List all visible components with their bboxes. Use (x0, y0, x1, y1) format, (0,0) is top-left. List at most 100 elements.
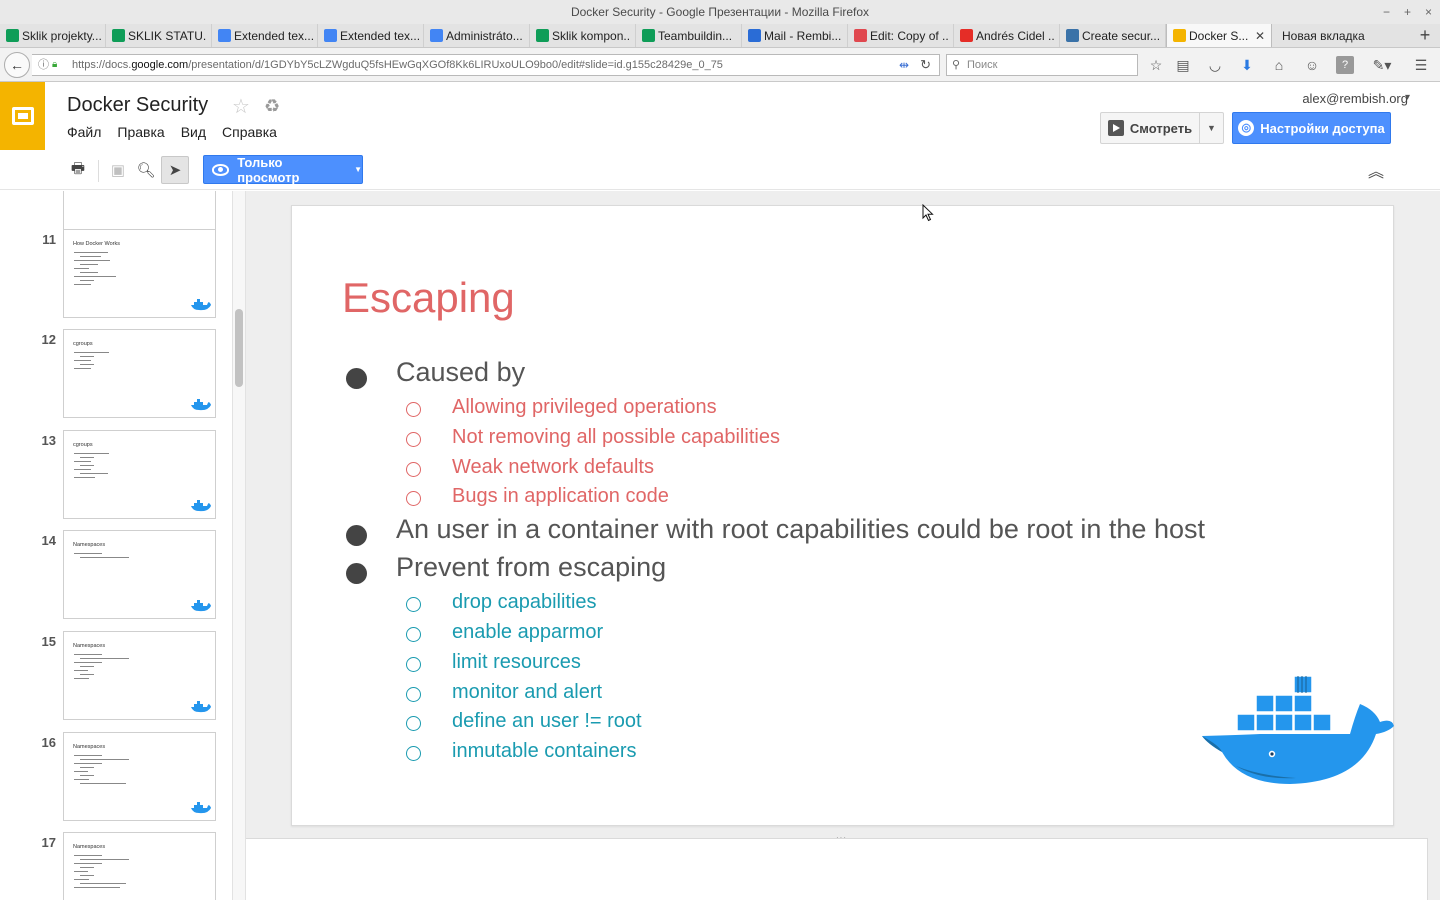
pocket-icon[interactable]: ◡ (1206, 56, 1224, 74)
thumbnail-line (74, 662, 102, 663)
reading-list-icon[interactable]: ▤ (1174, 56, 1192, 74)
browser-tab[interactable]: SKLIK STATU... (106, 24, 212, 47)
browser-tab[interactable]: Administráto... (424, 24, 530, 47)
present-button[interactable]: Смотреть (1100, 112, 1200, 144)
chat-icon[interactable]: ☺ (1303, 56, 1321, 74)
thumbnail-title: Namespaces (73, 744, 106, 750)
new-tab-button[interactable]: + (1410, 24, 1440, 47)
star-icon[interactable]: ☆ (232, 94, 250, 119)
thumbnail-line (80, 767, 94, 768)
navigation-toolbar: ← ⓘ 🔒︎ https://docs.google.com/presentat… (0, 48, 1440, 82)
slide-body: Caused by Allowing privileged operations… (342, 356, 1342, 768)
menu-file[interactable]: Файл (67, 124, 101, 140)
prevent-item: define an user != root (342, 708, 1342, 738)
extension-icon[interactable]: ✎▾ (1368, 56, 1396, 74)
lock-icon: 🔒︎ (52, 59, 58, 70)
zoom-button[interactable]: 🔍︎ (132, 156, 160, 184)
share-button[interactable]: ◎ Настройки доступа (1232, 112, 1391, 144)
back-button[interactable]: ← (4, 52, 30, 78)
new-slide-button[interactable]: ▣ (104, 156, 132, 184)
slide-thumbnail[interactable]: cgroups (63, 329, 216, 418)
mail-icon (748, 29, 761, 42)
minimize-button[interactable]: − (1383, 0, 1390, 24)
thumbnail-line (80, 759, 129, 760)
slide-thumbnail[interactable]: Namespaces (63, 832, 216, 900)
slide-thumbnail[interactable]: Namespaces (63, 631, 216, 720)
info-icon[interactable]: ⓘ (38, 55, 49, 75)
browser-tab[interactable]: Mail - Rembi... (742, 24, 848, 47)
bullet-root-in-host: An user in a container with root capabil… (342, 513, 1342, 551)
help-icon[interactable]: ? (1336, 56, 1354, 74)
close-tab-icon[interactable]: ✕ (1255, 29, 1265, 43)
thumbnail-line (74, 368, 91, 369)
browser-tab[interactable]: Andrés Cidel ... (954, 24, 1060, 47)
back-arrow-icon: ← (10, 57, 24, 73)
download-icon[interactable]: ⬇ (1238, 56, 1256, 74)
browser-tab[interactable]: Extended tex... (212, 24, 318, 47)
browser-tab[interactable]: Extended tex... (318, 24, 424, 47)
caused-by-item: Allowing privileged operations (342, 394, 1342, 424)
home-icon[interactable]: ⌂ (1270, 56, 1288, 74)
account-email[interactable]: alex@rembish.org (1302, 91, 1408, 106)
browser-tab[interactable]: Sklik kompon... (530, 24, 636, 47)
thumbnail-title: Namespaces (73, 542, 106, 548)
slide-thumbnail[interactable]: Namespaces (63, 732, 216, 821)
tab-label: Mail - Rembi... (764, 28, 842, 43)
browser-tab[interactable]: Create secur... (1060, 24, 1166, 47)
filmstrip-scrollbar[interactable] (232, 191, 246, 900)
browser-tab[interactable]: Docker S... ✕ (1166, 24, 1272, 47)
python-icon (1066, 29, 1079, 42)
present-label: Смотреть (1129, 120, 1193, 136)
hamburger-menu-icon[interactable]: ☰ (1412, 56, 1430, 74)
menu-help[interactable]: Справка (222, 124, 277, 140)
chevron-down-icon: ▼ (354, 165, 362, 174)
filmstrip-scroll-thumb[interactable] (235, 309, 243, 387)
url-host: google.com (131, 59, 189, 71)
browser-tab[interactable]: Teambuildin... (636, 24, 742, 47)
tab-label: Новая вкладка (1282, 28, 1365, 43)
thumbnail-line (74, 855, 102, 856)
thumbnail-line (80, 859, 129, 860)
drive-folder-icon[interactable]: ♻ (264, 96, 280, 117)
slide-filmstrip: 11 How Docker Works 12 cgroups 13 cgroups 14 Na… (0, 191, 246, 900)
docs-icon (430, 29, 443, 42)
select-tool-button[interactable]: ➤ (161, 156, 189, 184)
slides-logo[interactable] (0, 82, 45, 150)
slide-number: 14 (41, 533, 56, 548)
chevron-down-icon: ▼ (1207, 123, 1216, 133)
reload-icon[interactable]: ↻ (920, 55, 931, 75)
search-input[interactable]: ⚲ Поиск (946, 54, 1138, 76)
close-window-button[interactable]: × (1425, 0, 1432, 24)
document-title[interactable]: Docker Security (67, 94, 208, 117)
editor-toolbar: 🖶︎ ▣ 🔍︎ ➤ Только просмотр ▼ ︽ (0, 150, 1440, 190)
tab-label: Create secur... (1082, 28, 1161, 43)
menu-edit[interactable]: Правка (117, 124, 164, 140)
thumbnail-line (80, 658, 129, 659)
view-only-button[interactable]: Только просмотр ▼ (203, 155, 363, 185)
maximize-button[interactable]: + (1404, 0, 1411, 24)
thumbnail-text-lines (74, 453, 109, 481)
bullet-caused-by: Caused by (342, 356, 1342, 394)
browser-tab[interactable]: Sklik projekty... (0, 24, 106, 47)
bookmark-star-icon[interactable]: ☆ (1147, 56, 1165, 74)
url-bar[interactable]: ⓘ 🔒︎ https://docs.google.com/presentatio… (32, 54, 940, 76)
reader-view-icon[interactable]: ⇹ (899, 55, 909, 75)
browser-tab[interactable]: Новая вкладка (1272, 24, 1382, 47)
slide-thumbnail[interactable]: Namespaces (63, 530, 216, 619)
slide-thumbnail[interactable]: cgroups (63, 430, 216, 519)
speaker-notes-pane[interactable] (246, 838, 1428, 900)
menu-view[interactable]: Вид (181, 124, 206, 140)
current-slide[interactable]: Escaping Caused by Allowing privileged o… (291, 205, 1394, 826)
collapse-header-icon[interactable]: ︽ (1368, 158, 1384, 182)
browser-tab[interactable]: Edit: Copy of ... (848, 24, 954, 47)
present-options-button[interactable]: ▼ (1200, 112, 1224, 144)
docker-whale-icon (191, 500, 211, 512)
slide-thumbnail[interactable]: How Docker Works (63, 229, 216, 318)
youtube-icon (960, 29, 973, 42)
slides-icon (1173, 29, 1186, 42)
zoom-icon: 🔍︎ (136, 162, 156, 179)
account-dropdown-icon[interactable]: ▾ (1405, 92, 1410, 103)
prevent-item: monitor and alert (342, 679, 1342, 709)
print-button[interactable]: 🖶︎ (64, 156, 92, 184)
thumbnail-line (74, 871, 88, 872)
